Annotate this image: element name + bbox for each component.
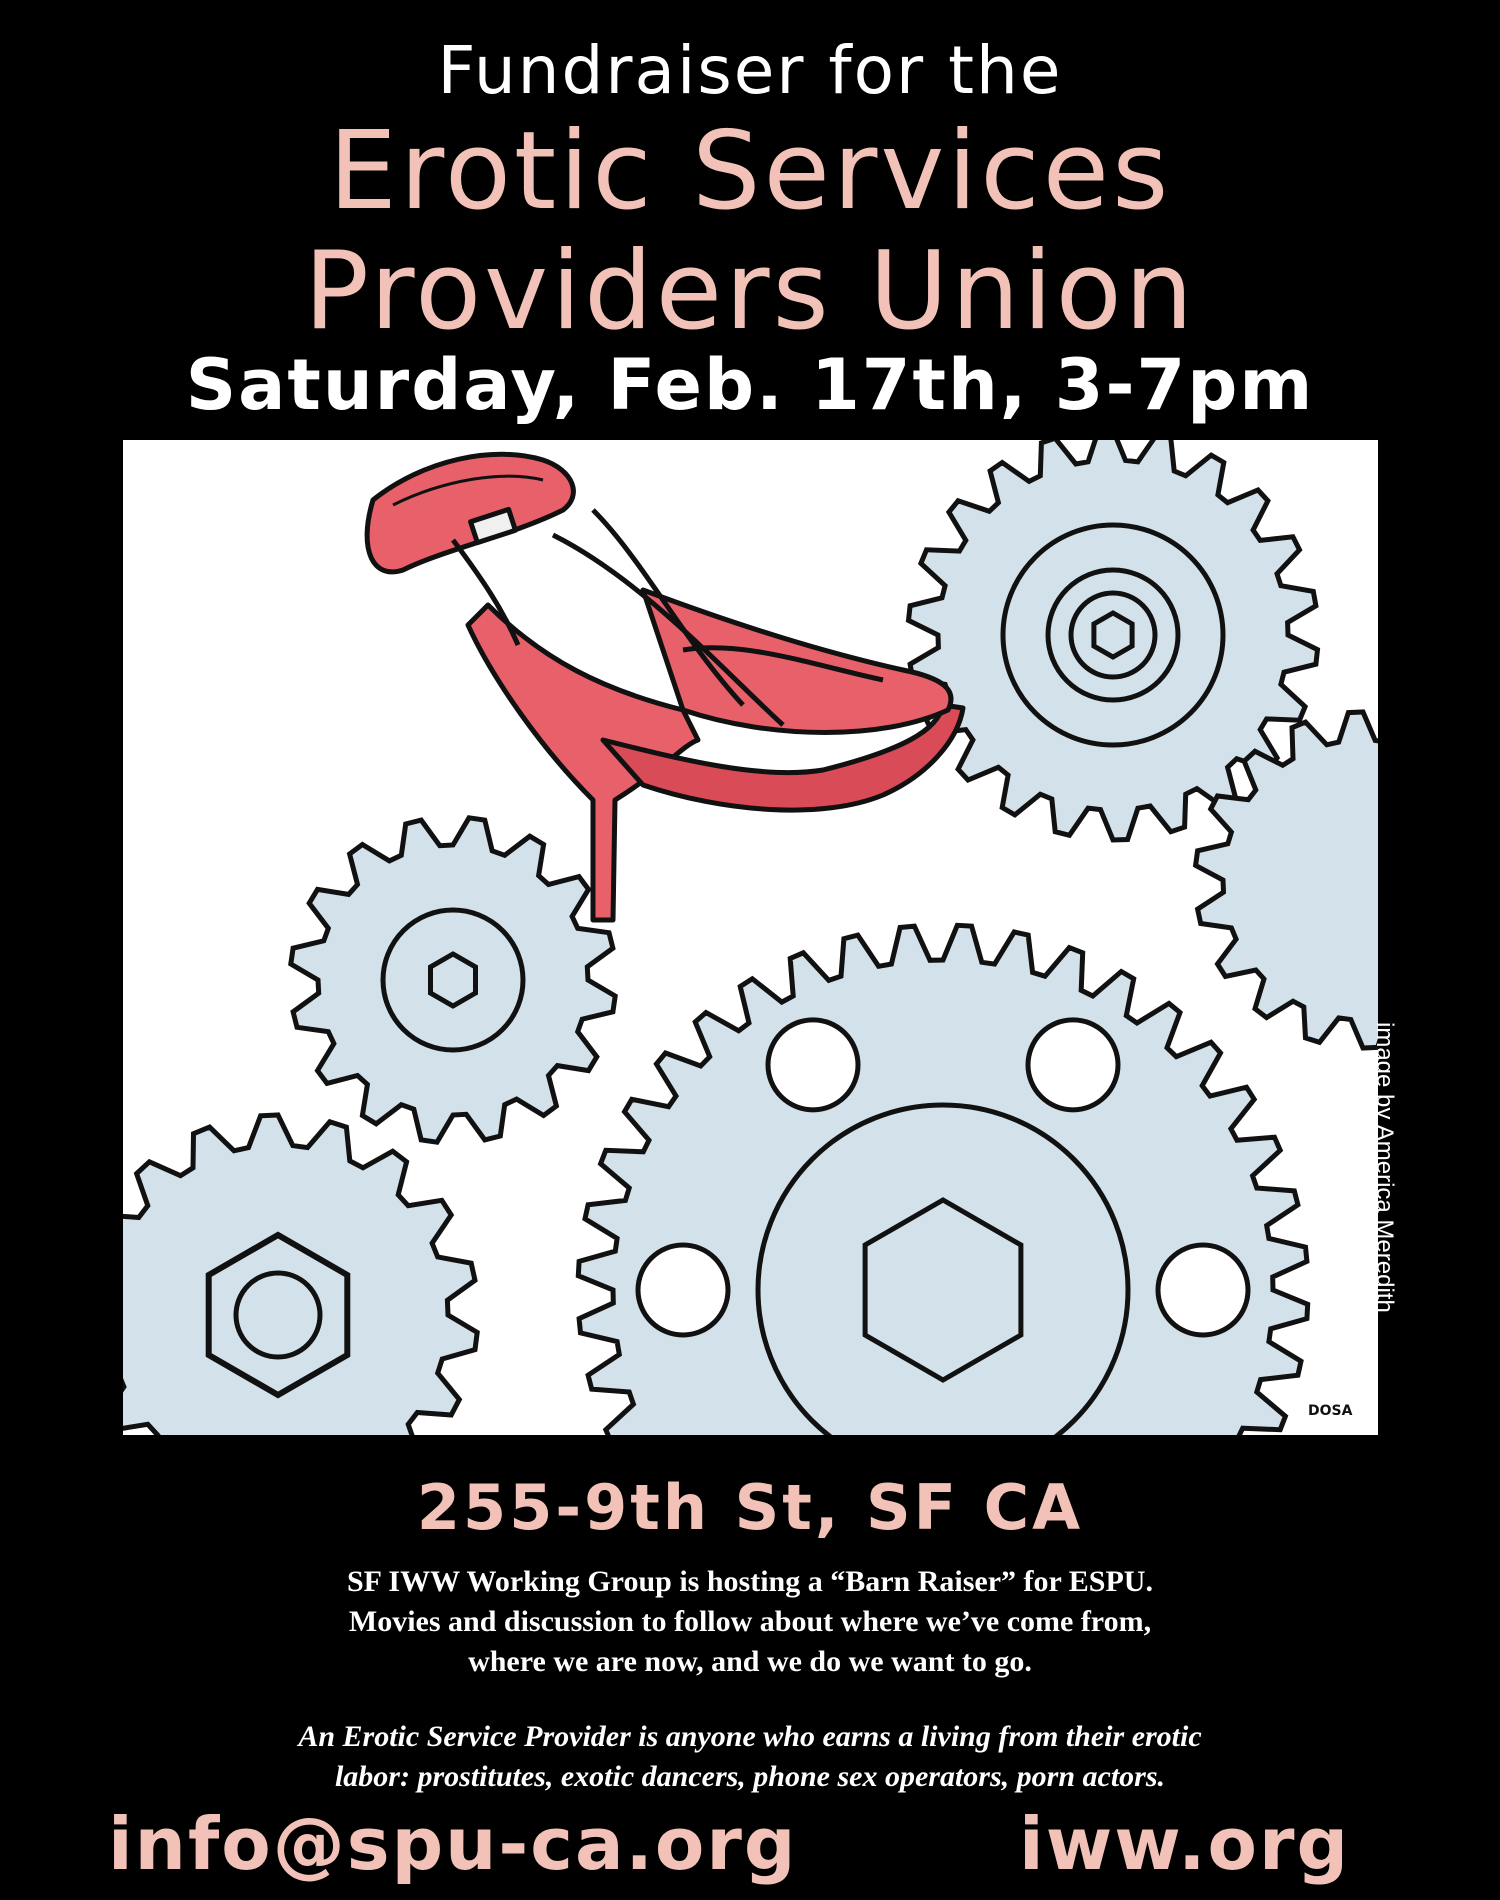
hex-bolt-icon: [1091, 610, 1135, 660]
image-credit: image by America Meredith: [1371, 1022, 1398, 1313]
poster-title-line1: Erotic Services: [328, 109, 1172, 234]
nut-hole-icon: [233, 1270, 323, 1360]
hex-bolt-icon: [428, 951, 478, 1009]
description-line: SF IWW Working Group is hosting a “Barn …: [347, 1565, 1153, 1598]
gears-and-shoe-illustration: DOSA: [123, 440, 1378, 1435]
poster-subtitle: Fundraiser for the: [437, 32, 1063, 109]
gear-hole-icon: [635, 1242, 731, 1338]
gear-hole-icon: [765, 1017, 861, 1113]
poster-title-line2: Providers Union: [303, 229, 1197, 354]
artist-signature: DOSA: [1308, 1403, 1353, 1419]
gear-hole-icon: [1155, 1242, 1251, 1338]
description-line: where we are now, and we do we want to g…: [468, 1645, 1032, 1678]
definition-line: An Erotic Service Provider is anyone who…: [298, 1720, 1202, 1753]
website-link[interactable]: iww.org: [1019, 1808, 1350, 1880]
contact-email-link[interactable]: info@spu-ca.org: [108, 1808, 797, 1880]
event-date: Saturday, Feb. 17th, 3-7pm: [185, 344, 1315, 426]
definition-line: labor: prostitutes, exotic dancers, phon…: [334, 1760, 1166, 1793]
gear-hole-icon: [1025, 1017, 1121, 1113]
event-address: 255-9th St, SF CA: [416, 1471, 1084, 1544]
gear-icon-group: [123, 440, 1378, 1435]
description-line: Movies and discussion to follow about wh…: [348, 1605, 1152, 1638]
